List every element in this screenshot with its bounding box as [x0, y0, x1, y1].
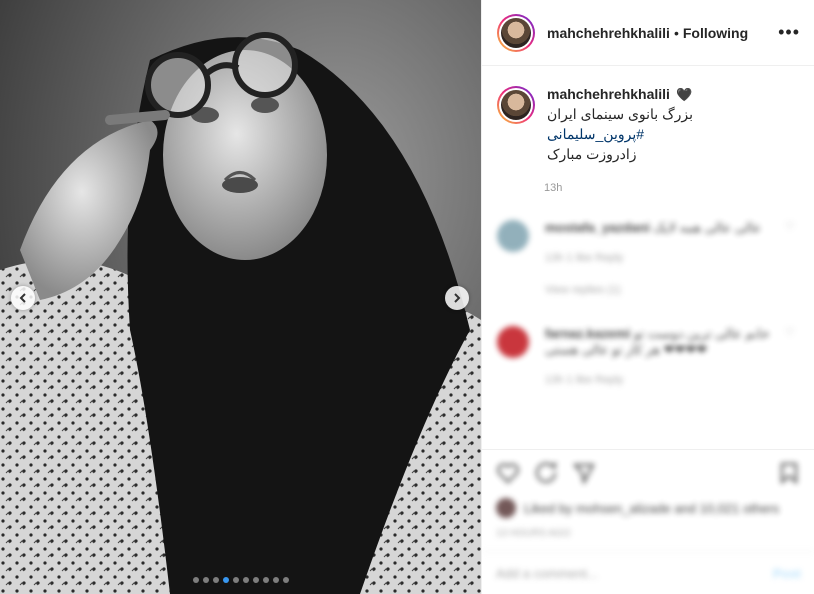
bookmark-icon[interactable]: [777, 461, 801, 485]
caption-hashtag[interactable]: #پروین_سلیمانی: [547, 124, 799, 144]
post-photo: [0, 0, 481, 594]
list-item: farnaz.kazemi خانم عالی ترین دوست تو هر …: [482, 326, 814, 388]
header-separator: •: [673, 24, 679, 41]
caption-timestamp[interactable]: 13h: [544, 182, 814, 194]
likes-text: Liked by mohsen_alizade and 10,021 other…: [524, 500, 780, 516]
post-header: mahchehrehkhalili • Following •••: [482, 0, 814, 66]
heart-icon[interactable]: ♡: [785, 326, 799, 388]
carousel-indicator: [0, 577, 481, 583]
post-caption: mahchehrehkhalili 🖤 بزرگ بانوی سینمای ای…: [482, 66, 814, 164]
carousel-dot: [232, 577, 239, 583]
caption-avatar[interactable]: [497, 86, 535, 124]
carousel-dot: [252, 577, 259, 583]
post-sidebar: mahchehrehkhalili • Following ••• mahche…: [481, 0, 814, 594]
comment-meta[interactable]: 13h 1 like Reply: [545, 372, 785, 388]
black-heart-emoji: 🖤: [676, 87, 693, 102]
post-date[interactable]: 13 hours ago: [496, 528, 801, 539]
liker-avatar: [496, 498, 516, 518]
carousel-dot: [212, 577, 219, 583]
likes-summary[interactable]: Liked by mohsen_alizade and 10,021 other…: [496, 498, 801, 518]
more-options-icon[interactable]: •••: [778, 22, 800, 43]
carousel-dot: [192, 577, 199, 583]
previous-slide-button[interactable]: [11, 286, 35, 310]
caption-line: زادروزت مبارک: [547, 146, 637, 162]
header-username[interactable]: mahchehrehkhalili: [547, 25, 670, 41]
comment-input[interactable]: Add a comment...: [496, 566, 598, 581]
comment-icon[interactable]: [534, 461, 558, 485]
carousel-dot: [222, 577, 229, 583]
next-slide-button[interactable]: [445, 286, 469, 310]
instagram-post: mahchehrehkhalili • Following ••• mahche…: [0, 0, 814, 594]
carousel-dot: [282, 577, 289, 583]
list-item: mostafa_yazdani عالی عالی همه لایک 13h 1…: [482, 220, 814, 266]
follow-status-button[interactable]: Following: [683, 25, 748, 41]
share-icon[interactable]: [572, 461, 596, 485]
comment-username[interactable]: farnaz.kazemi: [545, 326, 630, 341]
chevron-left-icon: [19, 293, 26, 303]
comment-avatar[interactable]: [497, 220, 529, 252]
chevron-right-icon: [454, 293, 461, 303]
comments-list: mostafa_yazdani عالی عالی همه لایک 13h 1…: [482, 220, 814, 388]
comment-username[interactable]: mostafa_yazdani: [545, 220, 650, 235]
carousel-dot: [262, 577, 269, 583]
post-media[interactable]: [0, 0, 481, 594]
avatar[interactable]: [497, 13, 535, 52]
comment-avatar[interactable]: [497, 326, 529, 358]
carousel-dot: [202, 577, 209, 583]
add-comment-bar: Add a comment... Post: [482, 551, 814, 594]
carousel-dot: [272, 577, 279, 583]
caption-username[interactable]: mahchehrehkhalili: [547, 86, 670, 102]
heart-icon[interactable]: [496, 461, 520, 485]
post-actions: Liked by mohsen_alizade and 10,021 other…: [482, 449, 814, 539]
carousel-dot: [242, 577, 249, 583]
caption-line: بزرگ بانوی سینمای ایران: [547, 106, 694, 122]
comment-meta[interactable]: 13h 1 like Reply: [545, 250, 785, 266]
view-replies-link[interactable]: View replies (1): [545, 284, 814, 296]
comment-text: عالی عالی همه لایک: [653, 220, 762, 235]
post-comment-button[interactable]: Post: [773, 566, 801, 581]
heart-icon[interactable]: ♡: [785, 220, 799, 266]
